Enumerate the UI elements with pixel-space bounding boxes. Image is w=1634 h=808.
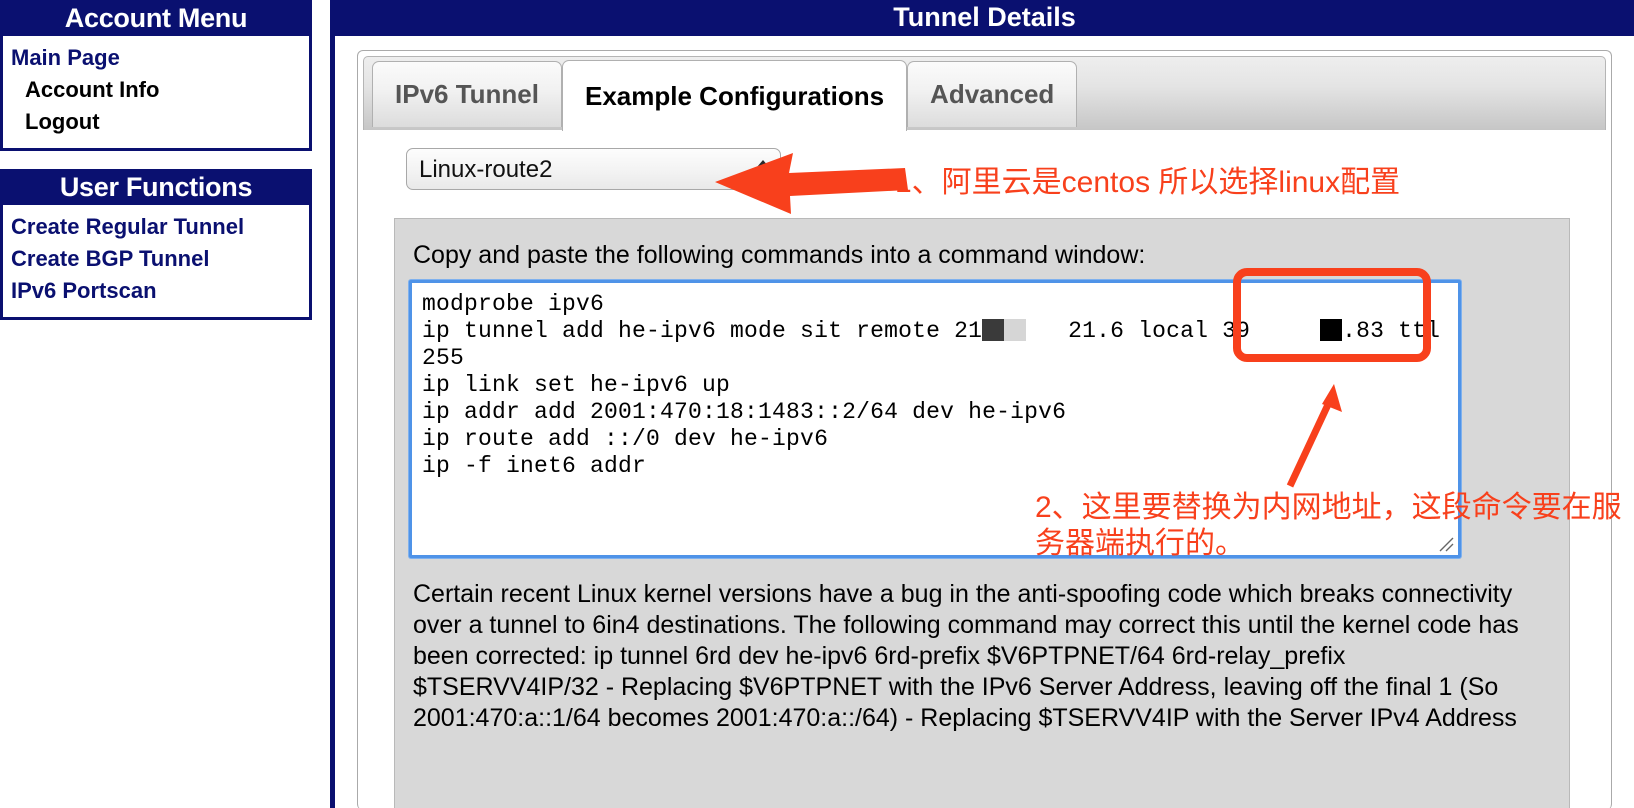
account-menu-list: Main Page Account Info Logout xyxy=(0,36,312,151)
user-functions-title: User Functions xyxy=(0,169,312,205)
code-line-2e: .83 ttl xyxy=(1342,318,1441,344)
code-line-7: ip -f inet6 addr xyxy=(422,453,647,479)
tab-example-configurations[interactable]: Example Configurations xyxy=(562,60,908,131)
code-line-2c: 39 xyxy=(1222,318,1251,344)
code-line-3: 255 xyxy=(422,345,465,371)
sidebar-item-ipv6-portscan[interactable]: IPv6 Portscan xyxy=(3,275,309,307)
os-select-wrapper: Linux-route2 xyxy=(406,148,781,190)
redaction-block-icon xyxy=(982,319,1005,341)
page-root: Account Menu Main Page Account Info Logo… xyxy=(0,0,1634,808)
tab-ipv6-tunnel[interactable]: IPv6 Tunnel xyxy=(372,61,562,127)
account-menu-title: Account Menu xyxy=(0,0,312,36)
sidebar-item-account-info[interactable]: Account Info xyxy=(3,74,309,106)
annotation-note-1: 1、阿里云是centos 所以选择linux配置 xyxy=(895,166,1401,199)
commands-text: modprobe ipv6 ip tunnel add he-ipv6 mode… xyxy=(422,291,1458,480)
code-line-2a: ip tunnel add he-ipv6 mode sit remote 21 xyxy=(422,318,983,344)
user-functions-list: Create Regular Tunnel Create BGP Tunnel … xyxy=(0,205,312,320)
main-content: Tunnel Details IPv6 Tunnel Example Confi… xyxy=(335,0,1634,808)
code-line-4: ip link set he-ipv6 up xyxy=(422,372,731,398)
sidebar-item-create-bgp-tunnel[interactable]: Create BGP Tunnel xyxy=(3,243,309,275)
kernel-bug-description: Certain recent Linux kernel versions hav… xyxy=(413,580,1519,732)
sidebar-item-logout[interactable]: Logout xyxy=(3,106,309,138)
code-line-6: ip route add ::/0 dev he-ipv6 xyxy=(422,426,829,452)
sidebar-item-create-regular-tunnel[interactable]: Create Regular Tunnel xyxy=(3,211,309,243)
tab-widget: IPv6 Tunnel Example Configurations Advan… xyxy=(357,50,1612,808)
tab-bar: IPv6 Tunnel Example Configurations Advan… xyxy=(363,56,1606,131)
os-config-select[interactable]: Linux-route2 xyxy=(406,148,781,190)
code-line-2b: 21.6 local xyxy=(1026,318,1223,344)
code-line-1: modprobe ipv6 xyxy=(422,291,605,317)
tab-advanced[interactable]: Advanced xyxy=(907,61,1078,127)
annotation-note-2: 2、这里要替换为内网地址，这段命令要在服务器端执行的。 xyxy=(1035,491,1622,560)
code-line-2d xyxy=(1250,318,1320,344)
user-functions-panel: User Functions Create Regular Tunnel Cre… xyxy=(0,169,312,320)
redaction-block-dark-icon xyxy=(1320,319,1343,341)
tab-panel-example-configurations: Linux-route2 Copy and paste the followin… xyxy=(364,130,1607,808)
redaction-block-light-icon xyxy=(1004,319,1027,341)
code-line-5: ip addr add 2001:470:18:1483::2/64 dev h… xyxy=(422,399,1067,425)
copy-instruction-label: Copy and paste the following commands in… xyxy=(413,241,1146,269)
account-menu-panel: Account Menu Main Page Account Info Logo… xyxy=(0,0,312,151)
sidebar-item-main-page[interactable]: Main Page xyxy=(3,42,309,74)
sidebar: Account Menu Main Page Account Info Logo… xyxy=(0,0,312,808)
page-title: Tunnel Details xyxy=(335,0,1634,36)
